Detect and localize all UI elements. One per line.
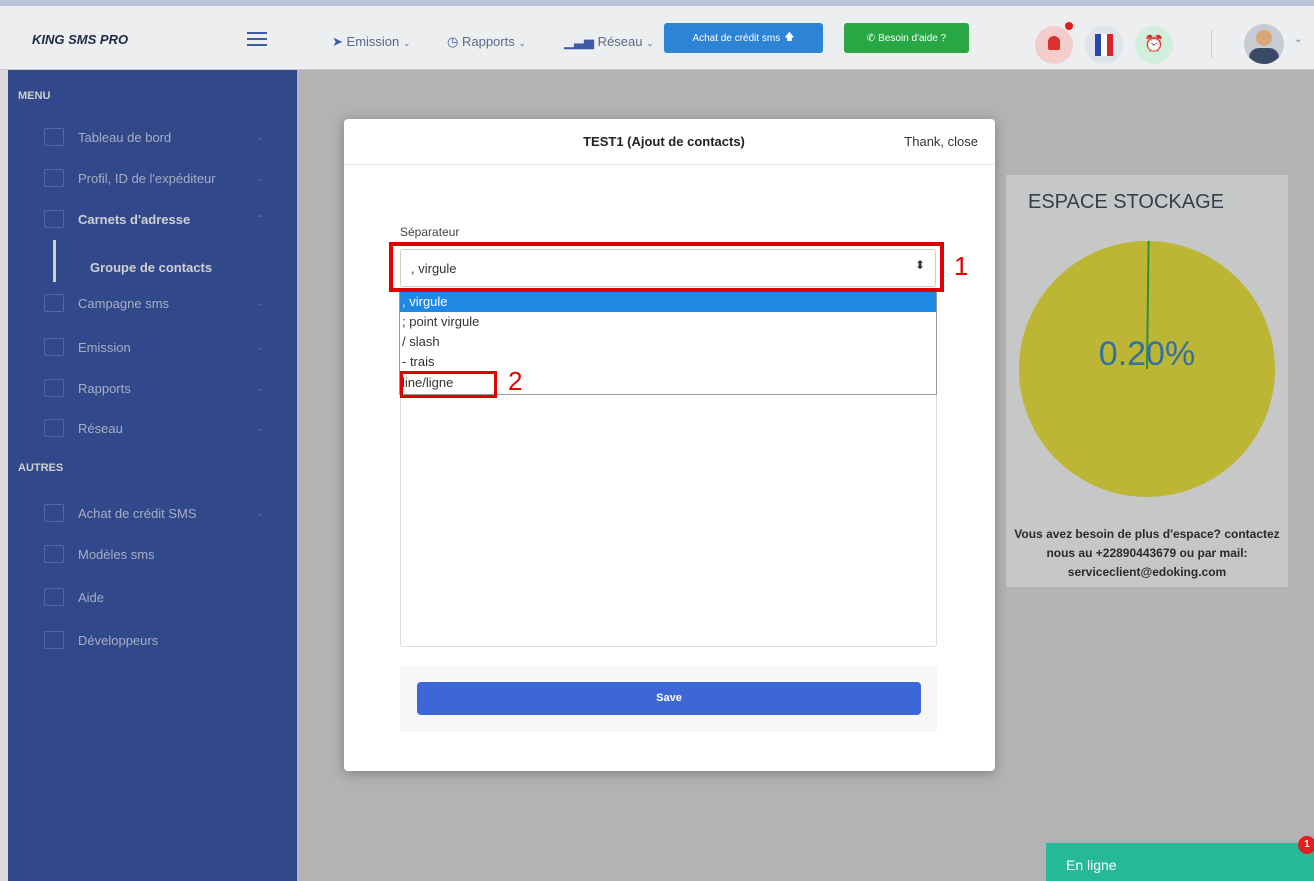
nav-emission[interactable]: ➤ Emission ⌄ bbox=[332, 34, 410, 50]
help-button[interactable]: ✆ Besoin d'aide ? bbox=[844, 23, 969, 53]
modal-close-link[interactable]: Thank, close bbox=[904, 134, 978, 149]
chevron-down-icon: ⌄ bbox=[518, 38, 526, 48]
notification-bell-icon[interactable] bbox=[1035, 22, 1073, 64]
nav-emission-label: Emission bbox=[346, 34, 400, 49]
modal-title: TEST1 (Ajout de contacts) bbox=[583, 134, 745, 149]
nav-reseau-label: Réseau bbox=[597, 34, 643, 49]
separator-label: Séparateur bbox=[400, 225, 460, 239]
hamburger-menu-icon[interactable] bbox=[247, 32, 267, 46]
top-bar: KING SMS PRO ➤ Emission ⌄ ◷ Rapports ⌄ ▁… bbox=[0, 0, 1314, 70]
option-virgule[interactable]: , virgule bbox=[400, 292, 936, 312]
whatsapp-icon: ✆ bbox=[866, 32, 876, 44]
alarm-clock-icon[interactable]: ⏰ bbox=[1135, 26, 1173, 64]
chevron-down-icon: ⌄ bbox=[646, 38, 654, 48]
avatar-body bbox=[1249, 48, 1279, 64]
divider bbox=[1211, 30, 1212, 58]
online-chat-widget[interactable]: En ligne bbox=[1046, 843, 1314, 881]
chat-badge: 1 bbox=[1298, 836, 1314, 854]
buy-credit-label: Achat de crédit sms bbox=[692, 32, 781, 44]
nav-reseau[interactable]: ▁▃▅ Réseau ⌄ bbox=[564, 34, 654, 50]
avatar-head bbox=[1256, 30, 1272, 46]
chat-label: En ligne bbox=[1066, 857, 1117, 873]
notification-dot bbox=[1065, 22, 1073, 30]
send-icon: ➤ bbox=[332, 34, 343, 49]
chevron-down-icon: ⌄ bbox=[402, 38, 411, 48]
add-contacts-modal: TEST1 (Ajout de contacts) Thank, close S… bbox=[344, 119, 995, 771]
option-trais[interactable]: - trais bbox=[400, 352, 936, 372]
french-flag-icon[interactable] bbox=[1085, 26, 1123, 64]
annotation-number-2: 2 bbox=[508, 366, 523, 396]
contacts-textarea[interactable] bbox=[400, 392, 937, 647]
signal-icon: ▁▃▅ bbox=[564, 34, 594, 49]
option-point-virgule[interactable]: ; point virgule bbox=[400, 312, 936, 332]
arrow-up-icon: 🡅 bbox=[784, 31, 795, 43]
buy-credit-button[interactable]: Achat de crédit sms 🡅 bbox=[664, 23, 823, 53]
nav-rapports[interactable]: ◷ Rapports ⌄ bbox=[447, 34, 526, 50]
brand-logo[interactable]: KING SMS PRO bbox=[32, 32, 128, 47]
flag-red bbox=[1107, 34, 1113, 56]
save-button[interactable]: Save bbox=[417, 682, 921, 715]
annotation-number-1: 1 bbox=[954, 251, 969, 281]
user-avatar[interactable] bbox=[1244, 24, 1284, 64]
modal-header: TEST1 (Ajout de contacts) Thank, close bbox=[344, 119, 995, 165]
annotation-box-1 bbox=[389, 242, 944, 292]
bell-shape bbox=[1048, 36, 1060, 50]
chevron-down-icon[interactable]: ⌄ bbox=[1294, 34, 1302, 45]
annotation-box-2 bbox=[400, 371, 497, 398]
help-label: Besoin d'aide ? bbox=[878, 32, 947, 44]
option-slash[interactable]: / slash bbox=[400, 332, 936, 352]
clock-icon: ◷ bbox=[447, 34, 459, 49]
nav-rapports-label: Rapports bbox=[461, 34, 515, 49]
